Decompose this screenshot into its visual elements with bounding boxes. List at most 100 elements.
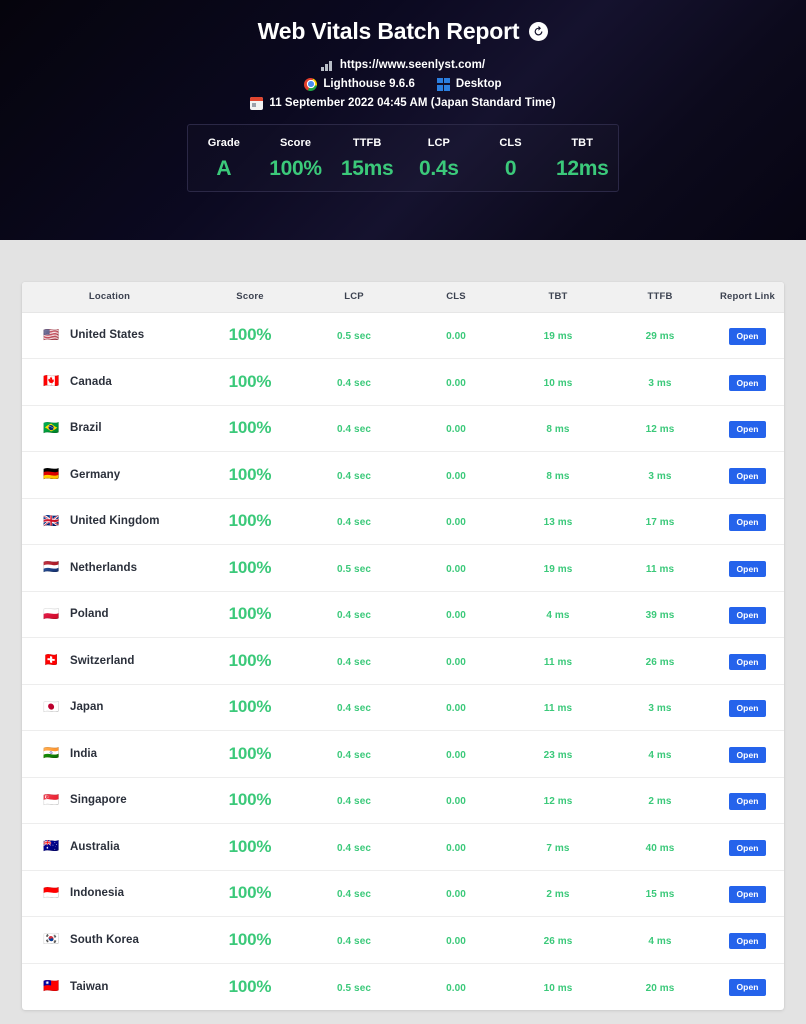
cell-tbt: 2 ms <box>507 870 609 917</box>
cell-cls: 0.00 <box>405 451 507 499</box>
score-value: 100% <box>228 325 272 345</box>
cls-value: 0.00 <box>446 656 466 668</box>
cell-lcp: 0.4 sec <box>303 916 405 964</box>
cls-value: 0.00 <box>446 331 466 343</box>
location-label: Singapore <box>70 794 127 807</box>
summary-value: 0.4s <box>419 156 459 180</box>
cell-score: 100% <box>197 916 303 964</box>
score-value: 100% <box>228 511 272 531</box>
column-header-tbt[interactable]: TBT <box>507 282 609 313</box>
cls-value: 0.00 <box>446 889 466 901</box>
open-report-button[interactable]: Open <box>729 653 766 670</box>
open-report-button[interactable]: Open <box>729 607 766 624</box>
cell-lcp: 0.5 sec <box>303 312 405 359</box>
table-body: 🇺🇸 United States 100% 0.5 sec 0.00 19 ms 29 ms… <box>22 312 784 1010</box>
cell-ttfb: 20 ms <box>609 963 711 1010</box>
cell-tbt: 7 ms <box>507 823 609 871</box>
ttfb-value: 15 ms <box>645 889 675 901</box>
cell-report-link: Open <box>711 451 784 499</box>
cell-cls: 0.00 <box>405 405 507 452</box>
tbt-value: 13 ms <box>543 517 573 529</box>
cls-value: 0.00 <box>446 470 466 482</box>
cell-tbt: 11 ms <box>507 684 609 731</box>
score-value: 100% <box>228 929 272 949</box>
cell-cls: 0.00 <box>405 637 507 685</box>
flag-icon: 🇳🇱 <box>43 561 60 575</box>
summary-value: 100% <box>269 156 322 180</box>
score-value: 100% <box>228 604 272 624</box>
page-body: Location Score LCP CLS TBT TTFB Report L… <box>0 240 806 1024</box>
meta-url-line: https://www.seenlyst.com/ <box>320 58 485 72</box>
column-header-score[interactable]: Score <box>197 282 303 313</box>
cell-score: 100% <box>197 870 303 917</box>
ttfb-value: 29 ms <box>645 331 675 343</box>
cell-report-link: Open <box>711 637 784 685</box>
cell-score: 100% <box>197 684 303 731</box>
summary-label: LCP <box>427 136 450 149</box>
cell-cls: 0.00 <box>405 684 507 731</box>
cell-lcp: 0.4 sec <box>303 451 405 499</box>
cell-location: 🇧🇷 Brazil <box>22 405 197 452</box>
score-value: 100% <box>228 790 272 810</box>
score-value: 100% <box>228 418 272 438</box>
cell-cls: 0.00 <box>405 312 507 359</box>
column-header-report-link[interactable]: Report Link <box>711 282 784 313</box>
location-label: Germany <box>70 468 121 481</box>
open-report-button[interactable]: Open <box>729 886 766 903</box>
open-report-button[interactable]: Open <box>729 839 766 856</box>
score-value: 100% <box>228 836 272 856</box>
column-header-lcp[interactable]: LCP <box>303 282 405 313</box>
open-report-button[interactable]: Open <box>729 514 766 531</box>
cell-score: 100% <box>197 963 303 1010</box>
open-report-button[interactable]: Open <box>729 328 766 345</box>
cell-report-link: Open <box>711 312 784 359</box>
open-report-button[interactable]: Open <box>729 979 766 996</box>
cell-tbt: 8 ms <box>507 451 609 499</box>
ttfb-value: 3 ms <box>648 377 672 389</box>
refresh-icon[interactable] <box>529 21 549 41</box>
cell-location: 🇬🇧 United Kingdom <box>22 498 197 545</box>
tbt-value: 10 ms <box>543 377 573 389</box>
cell-location: 🇩🇪 Germany <box>22 451 197 499</box>
location-label: Canada <box>70 375 112 388</box>
open-report-button[interactable]: Open <box>729 374 766 391</box>
open-report-button[interactable]: Open <box>729 746 766 763</box>
cell-report-link: Open <box>711 963 784 1010</box>
cell-location: 🇵🇱 Poland <box>22 591 197 638</box>
flag-icon: 🇨🇭 <box>43 654 60 668</box>
lcp-value: 0.4 sec <box>336 517 372 529</box>
chrome-icon <box>304 77 318 91</box>
report-url[interactable]: https://www.seenlyst.com/ <box>340 58 485 72</box>
ttfb-value: 3 ms <box>648 470 672 482</box>
summary-value: 15ms <box>340 156 394 180</box>
cell-lcp: 0.4 sec <box>303 730 405 778</box>
open-report-button[interactable]: Open <box>729 932 766 949</box>
open-report-button[interactable]: Open <box>729 700 766 717</box>
table-row: 🇮🇩 Indonesia 100% 0.4 sec 0.00 2 ms 15 ms Open <box>22 870 784 917</box>
cell-report-link: Open <box>711 777 784 824</box>
open-report-button[interactable]: Open <box>729 421 766 438</box>
tbt-value: 23 ms <box>543 749 573 761</box>
location-label: Brazil <box>70 422 102 435</box>
location-label: Indonesia <box>70 887 125 900</box>
column-header-cls[interactable]: CLS <box>405 282 507 313</box>
cell-location: 🇸🇬 Singapore <box>22 777 197 824</box>
cell-tbt: 8 ms <box>507 405 609 452</box>
open-report-button[interactable]: Open <box>729 793 766 810</box>
score-value: 100% <box>228 743 272 763</box>
tbt-value: 11 ms <box>543 656 573 668</box>
column-header-location[interactable]: Location <box>22 282 197 313</box>
column-header-ttfb[interactable]: TTFB <box>609 282 711 313</box>
score-value: 100% <box>228 371 272 391</box>
lcp-value: 0.4 sec <box>336 424 372 436</box>
cell-ttfb: 4 ms <box>609 730 711 778</box>
summary-value: A <box>216 156 232 180</box>
meta-date-line: 11 September 2022 04:45 AM (Japan Standa… <box>250 96 556 110</box>
cell-lcp: 0.4 sec <box>303 823 405 871</box>
cls-value: 0.00 <box>446 377 466 389</box>
score-value: 100% <box>228 697 272 717</box>
open-report-button[interactable]: Open <box>729 560 766 577</box>
flag-icon: 🇨🇦 <box>43 375 60 389</box>
open-report-button[interactable]: Open <box>729 467 766 484</box>
tbt-value: 19 ms <box>543 563 573 575</box>
